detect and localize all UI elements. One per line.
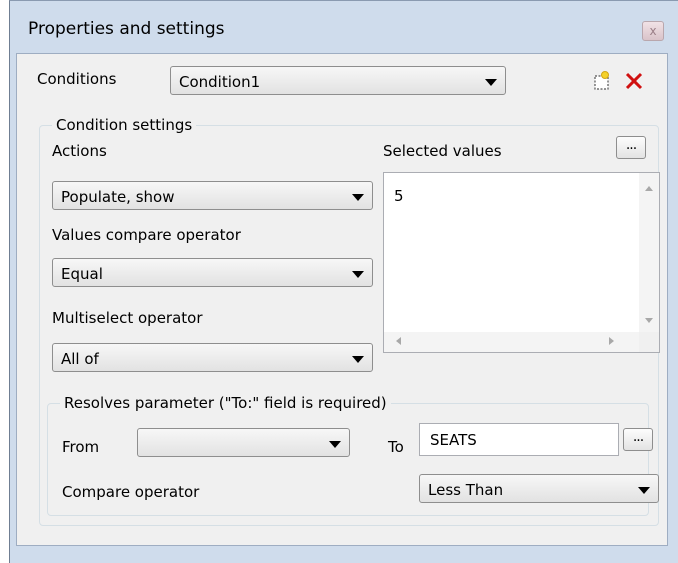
new-document-icon[interactable]: [591, 70, 613, 92]
condition-settings-legend: Condition settings: [56, 116, 193, 134]
scroll-left-icon[interactable]: [396, 337, 401, 345]
chevron-down-icon: [485, 79, 497, 86]
properties-window: Properties and settings x Conditions Con…: [9, 0, 678, 563]
compare-combo[interactable]: Equal: [52, 258, 373, 287]
dialog-body: Conditions Condition1 Condition settings…: [16, 53, 668, 546]
compare-value: Equal: [61, 265, 103, 283]
conditions-label: Conditions: [37, 70, 117, 88]
to-value: SEATS: [430, 431, 477, 449]
compare-operator-label: Compare operator: [62, 483, 200, 501]
compare-operator-combo[interactable]: Less Than: [419, 474, 659, 503]
from-combo[interactable]: [137, 428, 350, 457]
chevron-down-icon: [352, 194, 364, 201]
selected-values-browse-button[interactable]: ...: [616, 136, 646, 159]
actions-label: Actions: [52, 142, 107, 160]
compare-operator-value: Less Than: [428, 481, 504, 499]
to-input[interactable]: SEATS: [419, 423, 619, 456]
actions-value: Populate, show: [61, 188, 175, 206]
multiselect-label: Multiselect operator: [52, 309, 203, 327]
chevron-down-icon: [329, 441, 341, 448]
vertical-scrollbar[interactable]: [639, 173, 659, 333]
horizontal-scrollbar[interactable]: [384, 332, 639, 352]
multiselect-combo[interactable]: All of: [52, 343, 373, 372]
list-item[interactable]: 5: [394, 187, 404, 205]
selected-values-list[interactable]: 5: [383, 172, 660, 353]
close-button[interactable]: x: [642, 21, 664, 41]
scroll-down-icon[interactable]: [645, 318, 653, 323]
scroll-right-icon[interactable]: [609, 337, 614, 345]
actions-combo[interactable]: Populate, show: [52, 181, 373, 210]
from-label: From: [62, 438, 100, 456]
to-label: To: [388, 438, 404, 456]
selected-values-label: Selected values: [383, 142, 502, 160]
compare-label: Values compare operator: [52, 226, 241, 244]
window-title: Properties and settings: [28, 19, 225, 39]
scroll-up-icon[interactable]: [645, 186, 653, 191]
conditions-combo[interactable]: Condition1: [170, 66, 506, 95]
delete-x-icon[interactable]: [623, 70, 645, 92]
chevron-down-icon: [352, 271, 364, 278]
resolves-parameter-legend: Resolves parameter ("To:" field is requi…: [64, 394, 387, 412]
title-bar: Properties and settings x: [10, 1, 678, 45]
conditions-value: Condition1: [179, 73, 261, 91]
chevron-down-icon: [352, 356, 364, 363]
multiselect-value: All of: [61, 350, 99, 368]
to-browse-button[interactable]: ...: [623, 428, 653, 451]
scrollbar-corner: [639, 332, 659, 352]
chevron-down-icon: [638, 487, 650, 494]
